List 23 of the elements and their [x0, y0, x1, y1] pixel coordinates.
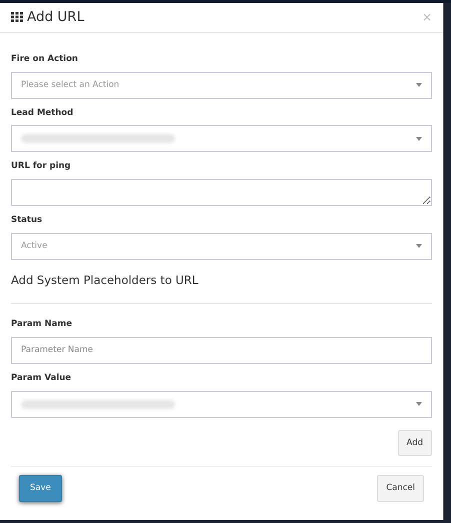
field-label: URL for ping	[11, 160, 72, 173]
field-label: Status	[11, 214, 44, 227]
cancel-button[interactable]: Cancel	[377, 475, 424, 502]
close-button[interactable]: ×	[422, 8, 432, 26]
select-field[interactable]	[11, 390, 432, 418]
add-button[interactable]: Add	[398, 430, 432, 456]
param-name-field[interactable]: Parameter Name	[11, 336, 432, 364]
field-label: Param Value	[11, 372, 72, 384]
caret-icon	[416, 83, 422, 87]
field-label: Param Name	[11, 318, 73, 331]
caret-icon	[416, 402, 422, 406]
grid-icon	[11, 12, 23, 22]
select-field[interactable]: Please select an Action	[11, 72, 432, 98]
select-field[interactable]	[11, 125, 432, 152]
select-field[interactable]: Active	[11, 232, 432, 260]
field-label: Lead Method	[11, 106, 74, 120]
url-textarea[interactable]	[11, 179, 432, 206]
caret-icon	[416, 136, 422, 141]
modal-title: Add URL	[27, 8, 84, 28]
save-button[interactable]: Save	[19, 475, 62, 502]
caret-icon	[416, 244, 422, 248]
section-title: Add System Placeholders to URL	[11, 272, 432, 304]
field-label: Fire on Action	[11, 52, 79, 66]
